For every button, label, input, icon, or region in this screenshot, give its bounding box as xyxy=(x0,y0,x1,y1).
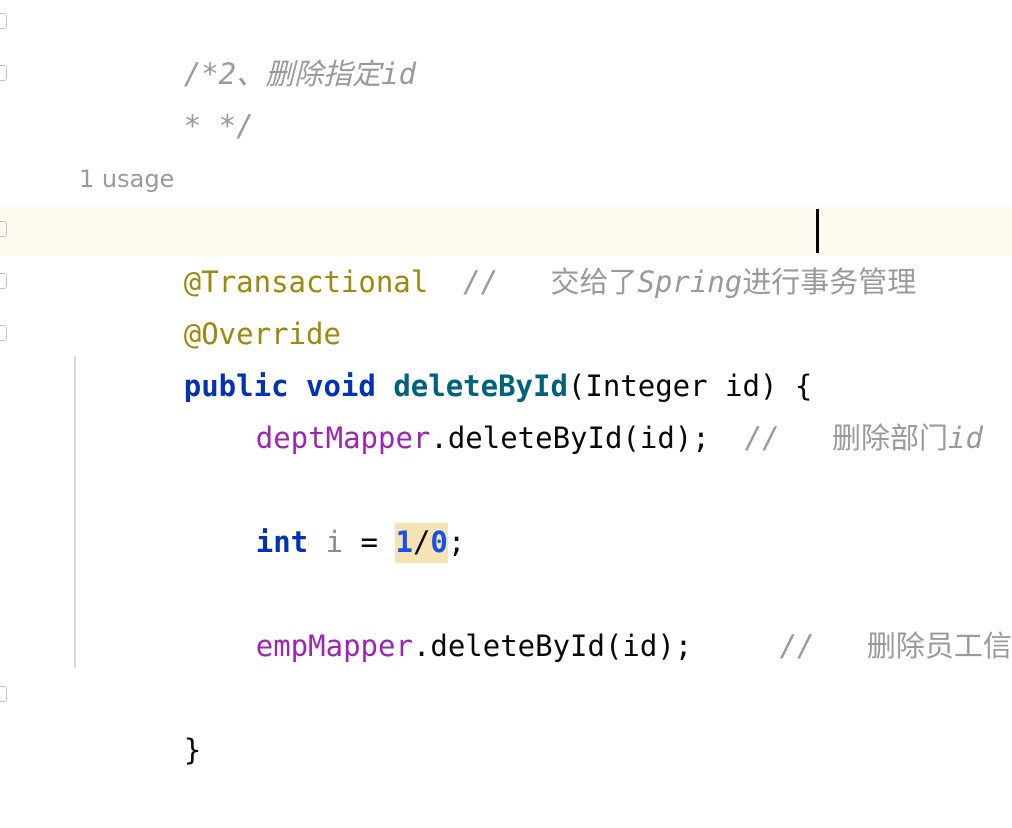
usage-inlay-hint[interactable]: 1 usage xyxy=(79,152,174,204)
code-line-emp-delete[interactable]: empMapper.deleteById(id); // 删除员工信息 xyxy=(0,568,1012,663)
code-line-divide-by-zero[interactable]: int i = 1/0; xyxy=(0,464,1012,563)
code-line-blank[interactable] xyxy=(0,100,1012,152)
code-line-comment-open[interactable]: /*2、删除指定id xyxy=(0,0,1012,91)
code-line-method-signature[interactable]: public void deleteById(Integer id) { xyxy=(0,308,1012,403)
code-editor-viewport[interactable]: /*2、删除指定id * */ 1 usage @Transactional /… xyxy=(0,0,1012,767)
code-line-blank[interactable] xyxy=(0,620,1012,672)
code-line-override[interactable]: @Override xyxy=(0,256,1012,351)
gutter-fold-icon[interactable] xyxy=(0,686,7,702)
editor-gutter[interactable] xyxy=(0,0,12,730)
code-line-transactional[interactable]: @Transactional // 交给了Spring进行事务管理 xyxy=(0,204,1012,299)
gutter-override-icon[interactable] xyxy=(0,273,7,289)
code-line-blank[interactable] xyxy=(0,516,1012,568)
gutter-annotation-icon[interactable] xyxy=(0,221,7,237)
text-caret xyxy=(816,209,819,253)
gutter-fold-icon[interactable] xyxy=(0,65,7,81)
code-line-blank[interactable] xyxy=(0,412,1012,464)
code-line-closing-brace[interactable]: } xyxy=(0,672,1012,767)
code-line-comment-close[interactable]: * */ xyxy=(0,48,1012,143)
code-line-dept-delete[interactable]: deptMapper.deleteById(id); // 删除部门id xyxy=(0,360,1012,455)
closing-brace: } xyxy=(183,733,202,767)
indent-guide xyxy=(74,356,76,668)
gutter-implements-icon[interactable] xyxy=(0,325,7,341)
gutter-fold-icon[interactable] xyxy=(0,13,7,29)
code-line-inlay-hint[interactable]: 1 usage xyxy=(0,152,1012,204)
